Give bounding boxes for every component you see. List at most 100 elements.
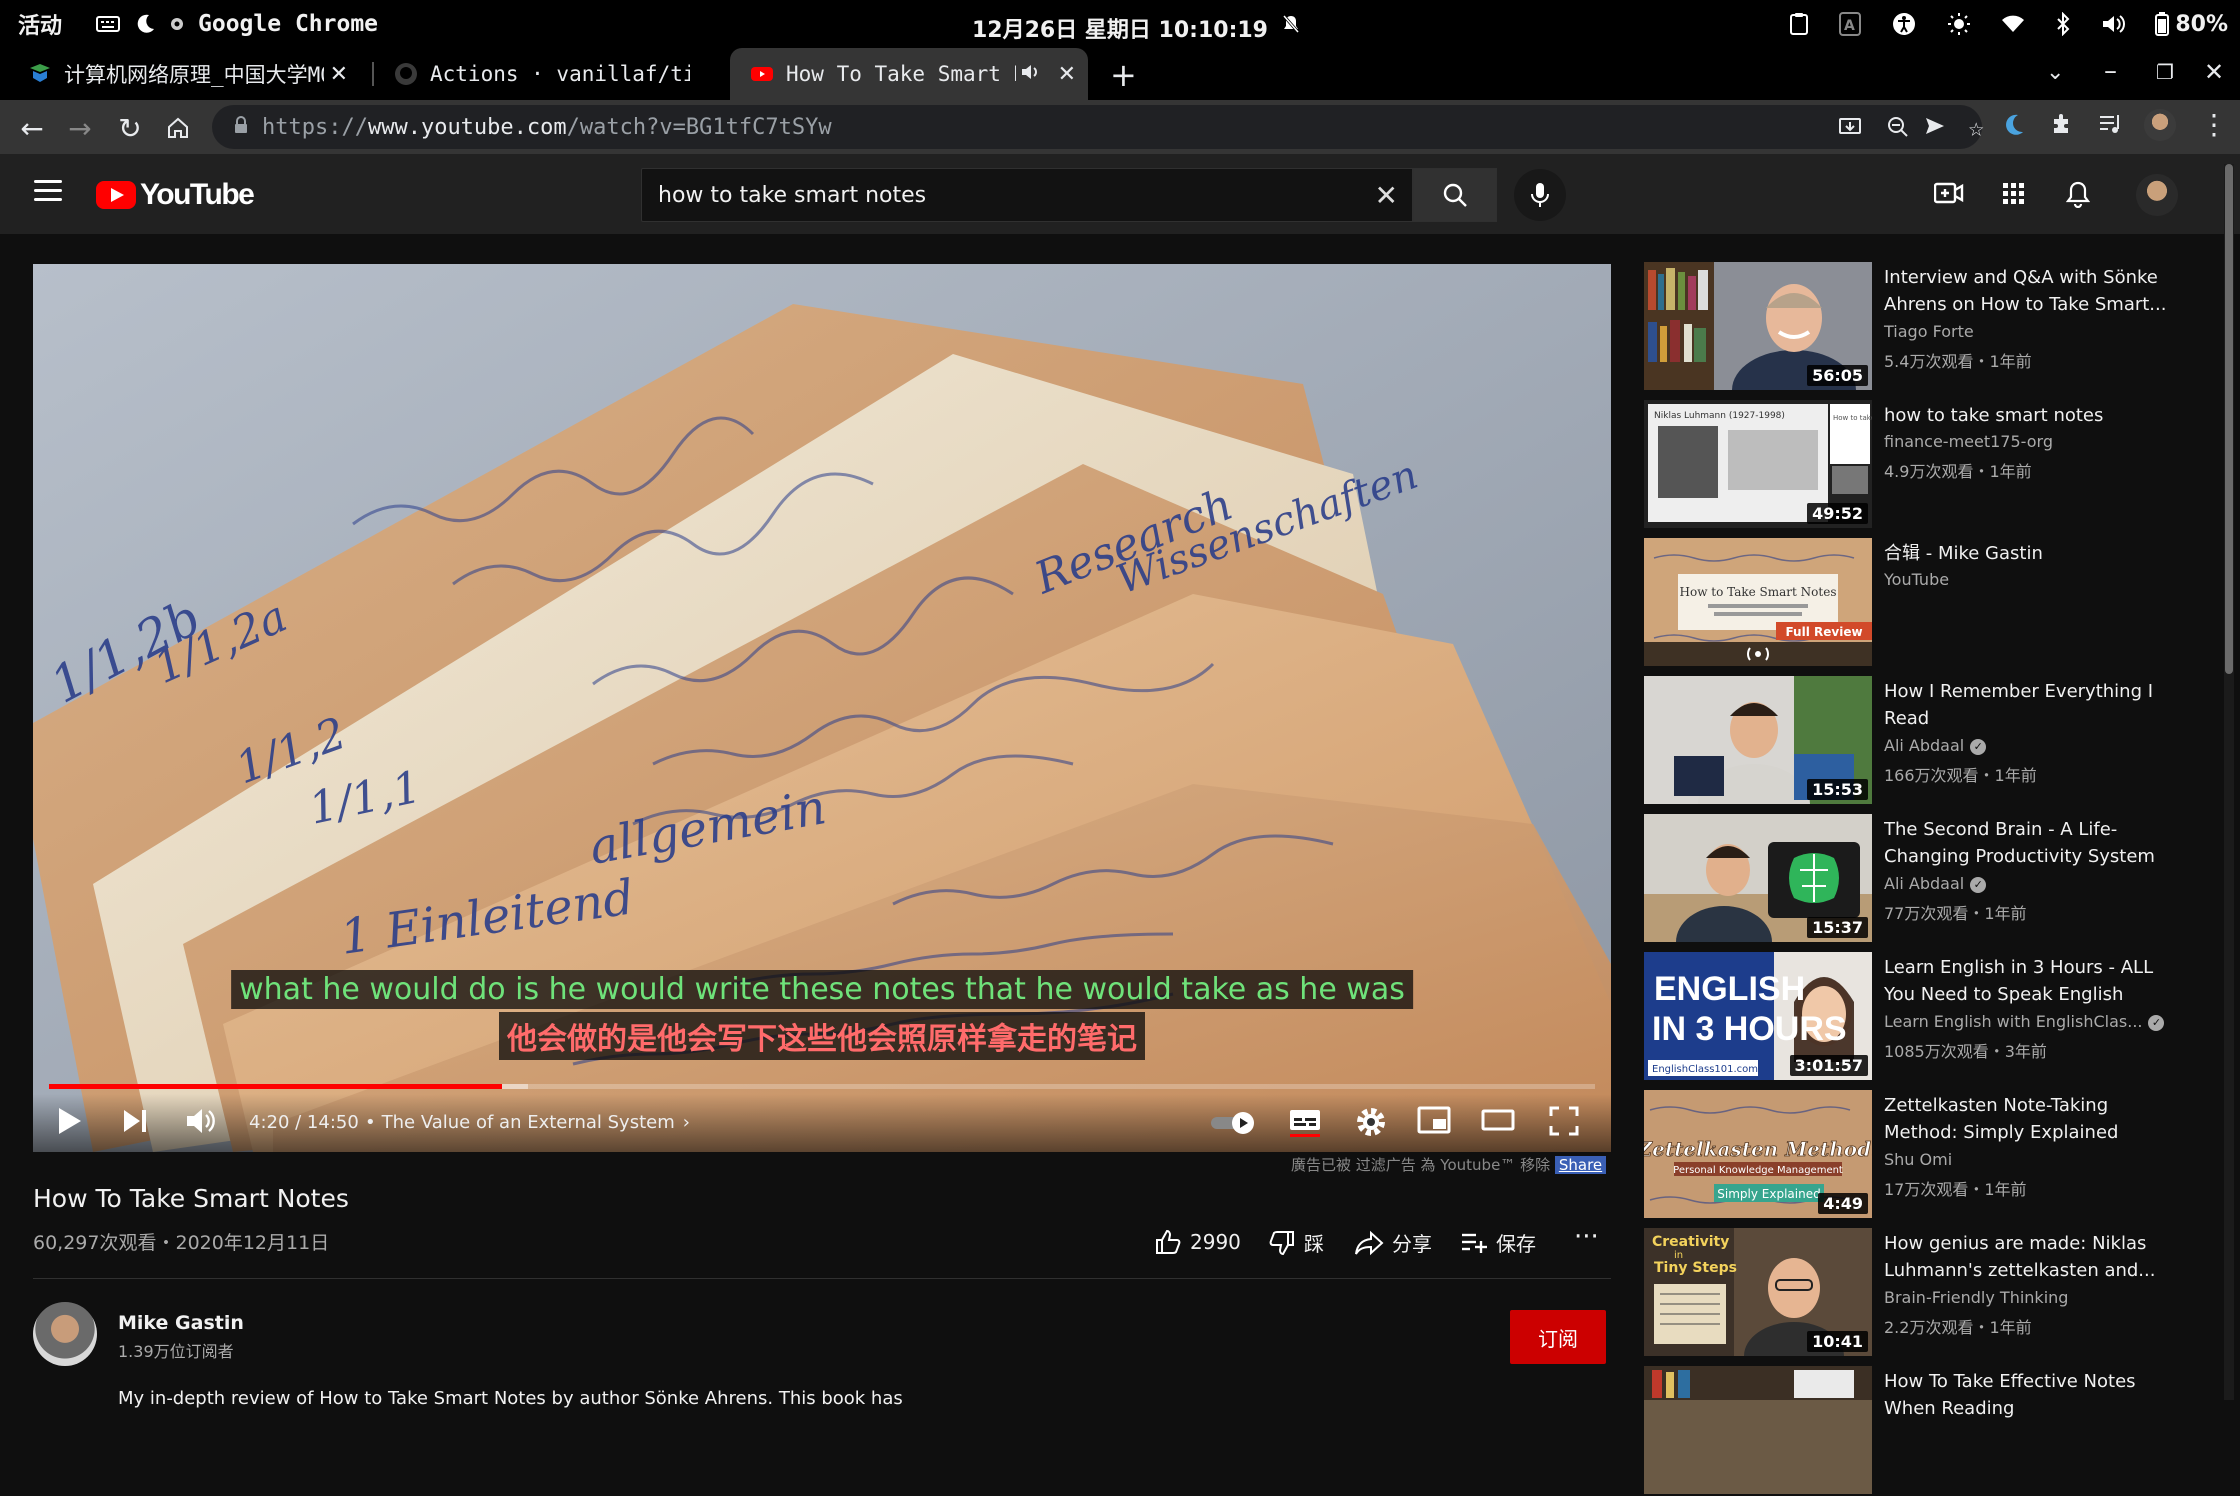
send-to-device-icon[interactable] bbox=[1924, 115, 1946, 143]
channel-name[interactable]: Mike Gastin bbox=[118, 1312, 244, 1334]
recommendation-title[interactable]: how to take smart notes bbox=[1884, 402, 2174, 429]
recommendation-title[interactable]: The Second Brain - A Life-Changing Produ… bbox=[1884, 816, 2174, 870]
channel-avatar[interactable] bbox=[33, 1302, 97, 1366]
recommendation-thumbnail[interactable]: How to Take Smart Notes Full Review bbox=[1644, 538, 1872, 666]
recommendation-channel[interactable]: Ali Abdaal ✓ bbox=[1884, 874, 1987, 893]
search-button[interactable] bbox=[1413, 168, 1497, 222]
save-to-playlist-button[interactable]: 保存 bbox=[1460, 1228, 1536, 1257]
voice-search-button[interactable] bbox=[1514, 169, 1566, 221]
progress-bar[interactable] bbox=[49, 1084, 1595, 1089]
recommendation-channel[interactable]: Brain-Friendly Thinking bbox=[1884, 1288, 2068, 1307]
address-bar[interactable]: https://www.youtube.com/watch?v=BG1tfC7t… bbox=[212, 105, 1984, 149]
theater-mode-icon[interactable] bbox=[1481, 1106, 1515, 1141]
recommendation-item[interactable]: How To Take Effective Notes When Reading bbox=[1644, 1366, 2224, 1496]
more-actions-icon[interactable]: ··· bbox=[1574, 1222, 1599, 1252]
recommendation-item[interactable]: ENGLISH IN 3 HOURS EnglishClass101.com 3… bbox=[1644, 952, 2224, 1082]
create-video-icon[interactable] bbox=[1933, 180, 1964, 213]
recommendation-item-playlist[interactable]: How to Take Smart Notes Full Review 合辑 -… bbox=[1644, 538, 2224, 668]
bluetooth-icon[interactable] bbox=[2055, 12, 2071, 36]
recommendation-title[interactable]: Learn English in 3 Hours - ALL You Need … bbox=[1884, 954, 2174, 1008]
focused-app-name[interactable]: Google Chrome bbox=[198, 11, 378, 37]
accessibility-icon[interactable] bbox=[1891, 11, 1917, 37]
video-description[interactable]: My in-depth review of How to Take Smart … bbox=[118, 1388, 903, 1409]
dislike-button[interactable]: 踩 bbox=[1268, 1228, 1324, 1257]
miniplayer-icon[interactable] bbox=[1417, 1106, 1451, 1141]
recommendation-title[interactable]: Zettelkasten Note-Taking Method: Simply … bbox=[1884, 1092, 2174, 1146]
like-button[interactable]: 2990 bbox=[1154, 1228, 1241, 1256]
extension-crescent-icon[interactable] bbox=[2000, 112, 2026, 144]
recommendation-thumbnail[interactable]: Zettelkasten Method: Personal Knowledge … bbox=[1644, 1090, 1872, 1218]
window-close-icon[interactable]: ✕ bbox=[2204, 58, 2224, 86]
search-input[interactable]: how to take smart notes ✕ bbox=[641, 168, 1413, 222]
home-icon[interactable] bbox=[160, 110, 196, 146]
close-tab-icon[interactable]: ✕ bbox=[330, 62, 348, 87]
volume-icon[interactable] bbox=[2101, 13, 2126, 35]
guide-menu-icon[interactable] bbox=[34, 180, 62, 202]
recommendation-channel[interactable]: YouTube bbox=[1884, 570, 1949, 589]
media-controls-icon[interactable] bbox=[2098, 112, 2124, 142]
lock-icon[interactable] bbox=[234, 115, 248, 140]
fullscreen-icon[interactable] bbox=[1549, 1106, 1579, 1143]
youtube-logo[interactable]: YouTube bbox=[96, 178, 255, 212]
chrome-menu-kebab-icon[interactable]: ⋮ bbox=[2200, 108, 2228, 141]
volume-icon[interactable] bbox=[185, 1106, 215, 1143]
profile-avatar[interactable] bbox=[2144, 109, 2176, 141]
zoom-out-icon[interactable] bbox=[1886, 115, 1910, 145]
keyboard-icon[interactable] bbox=[96, 15, 121, 33]
recommendation-item[interactable]: 56:05 Interview and Q&A with Sönke Ahren… bbox=[1644, 262, 2224, 392]
brightness-icon[interactable] bbox=[1947, 12, 1971, 36]
input-method-icon[interactable]: A bbox=[1839, 12, 1862, 36]
back-arrow-icon[interactable]: ← bbox=[14, 110, 50, 146]
minimize-icon[interactable]: – bbox=[2104, 56, 2117, 86]
recommendation-thumbnail[interactable]: 15:37 bbox=[1644, 814, 1872, 942]
ad-note-share-link[interactable]: Share bbox=[1554, 1156, 1607, 1174]
settings-gear-icon[interactable] bbox=[1355, 1106, 1387, 1145]
clear-search-icon[interactable]: ✕ bbox=[1375, 179, 1398, 212]
recommendation-thumbnail[interactable] bbox=[1644, 1366, 1872, 1494]
forward-arrow-icon[interactable]: → bbox=[62, 110, 98, 146]
recommendation-channel[interactable]: Learn English with EnglishClas... ✓ bbox=[1884, 1012, 2165, 1031]
recommendation-title[interactable]: How I Remember Everything I Read bbox=[1884, 678, 2174, 732]
recommendation-thumbnail[interactable]: ENGLISH IN 3 HOURS EnglishClass101.com 3… bbox=[1644, 952, 1872, 1080]
tab-youtube-active[interactable]: How To Take Smart Notes ✕ bbox=[730, 48, 1088, 100]
extensions-puzzle-icon[interactable] bbox=[2050, 112, 2074, 142]
video-player[interactable]: 1/1,2b 1/1,2a 1/1,2 1/1,1 1 Einleitend R… bbox=[33, 264, 1611, 1152]
chapter-title[interactable]: • The Value of an External System › bbox=[365, 1112, 690, 1133]
play-icon[interactable] bbox=[55, 1106, 83, 1143]
close-tab-icon[interactable]: ✕ bbox=[1058, 62, 1076, 87]
clock[interactable]: 12月26日 星期日 10:10:19 bbox=[972, 12, 1268, 44]
recommendation-title[interactable]: How genius are made: Niklas Luhmann's ze… bbox=[1884, 1230, 2174, 1284]
tab-search-chevron-icon[interactable]: ⌄ bbox=[2046, 60, 2064, 85]
recommendation-channel[interactable]: finance-meet175-org bbox=[1884, 432, 2053, 451]
recommendation-title[interactable]: 合辑 - Mike Gastin bbox=[1884, 540, 2174, 567]
page-scrollbar[interactable] bbox=[2224, 164, 2234, 1400]
night-light-icon[interactable] bbox=[134, 13, 156, 35]
recommendation-thumbnail[interactable]: Creativity in Tiny Steps 10:41 bbox=[1644, 1228, 1872, 1356]
recommendation-thumbnail[interactable]: Niklas Luhmann (1927-1998) How to take s… bbox=[1644, 400, 1872, 528]
autoplay-toggle[interactable] bbox=[1209, 1110, 1257, 1143]
wifi-icon[interactable] bbox=[2001, 14, 2025, 34]
restore-icon[interactable]: ❐ bbox=[2156, 60, 2174, 84]
next-video-icon[interactable] bbox=[121, 1106, 149, 1143]
scrollbar-thumb[interactable] bbox=[2225, 164, 2233, 674]
notifications-bell-icon[interactable] bbox=[2065, 180, 2091, 215]
subscribe-button[interactable]: 订阅 bbox=[1510, 1310, 1606, 1364]
bookmark-star-icon[interactable]: ☆ bbox=[1968, 113, 1984, 143]
tab-audio-icon[interactable] bbox=[1020, 62, 1040, 87]
battery-icon[interactable] bbox=[2155, 12, 2170, 36]
new-tab-plus-icon[interactable]: + bbox=[1110, 56, 1137, 94]
recommendation-item[interactable]: 15:53 How I Remember Everything I Read A… bbox=[1644, 676, 2224, 806]
apps-grid-icon[interactable] bbox=[2002, 180, 2026, 213]
recommendation-channel[interactable]: Shu Omi bbox=[1884, 1150, 1952, 1169]
install-app-icon[interactable] bbox=[1838, 115, 1862, 145]
recommendation-item[interactable]: Zettelkasten Method: Personal Knowledge … bbox=[1644, 1090, 2224, 1220]
subtitles-cc-icon[interactable] bbox=[1289, 1106, 1321, 1145]
activities-button[interactable]: 活动 bbox=[18, 8, 62, 40]
recommendation-thumbnail[interactable]: 56:05 bbox=[1644, 262, 1872, 390]
clipboard-icon[interactable] bbox=[1789, 12, 1809, 36]
recommendation-item[interactable]: Niklas Luhmann (1927-1998) How to take s… bbox=[1644, 400, 2224, 530]
recommendation-item[interactable]: 15:37 The Second Brain - A Life-Changing… bbox=[1644, 814, 2224, 944]
share-button[interactable]: 分享 bbox=[1354, 1228, 1432, 1257]
recommendation-channel[interactable]: Tiago Forte bbox=[1884, 322, 1974, 341]
recommendation-thumbnail[interactable]: 15:53 bbox=[1644, 676, 1872, 804]
